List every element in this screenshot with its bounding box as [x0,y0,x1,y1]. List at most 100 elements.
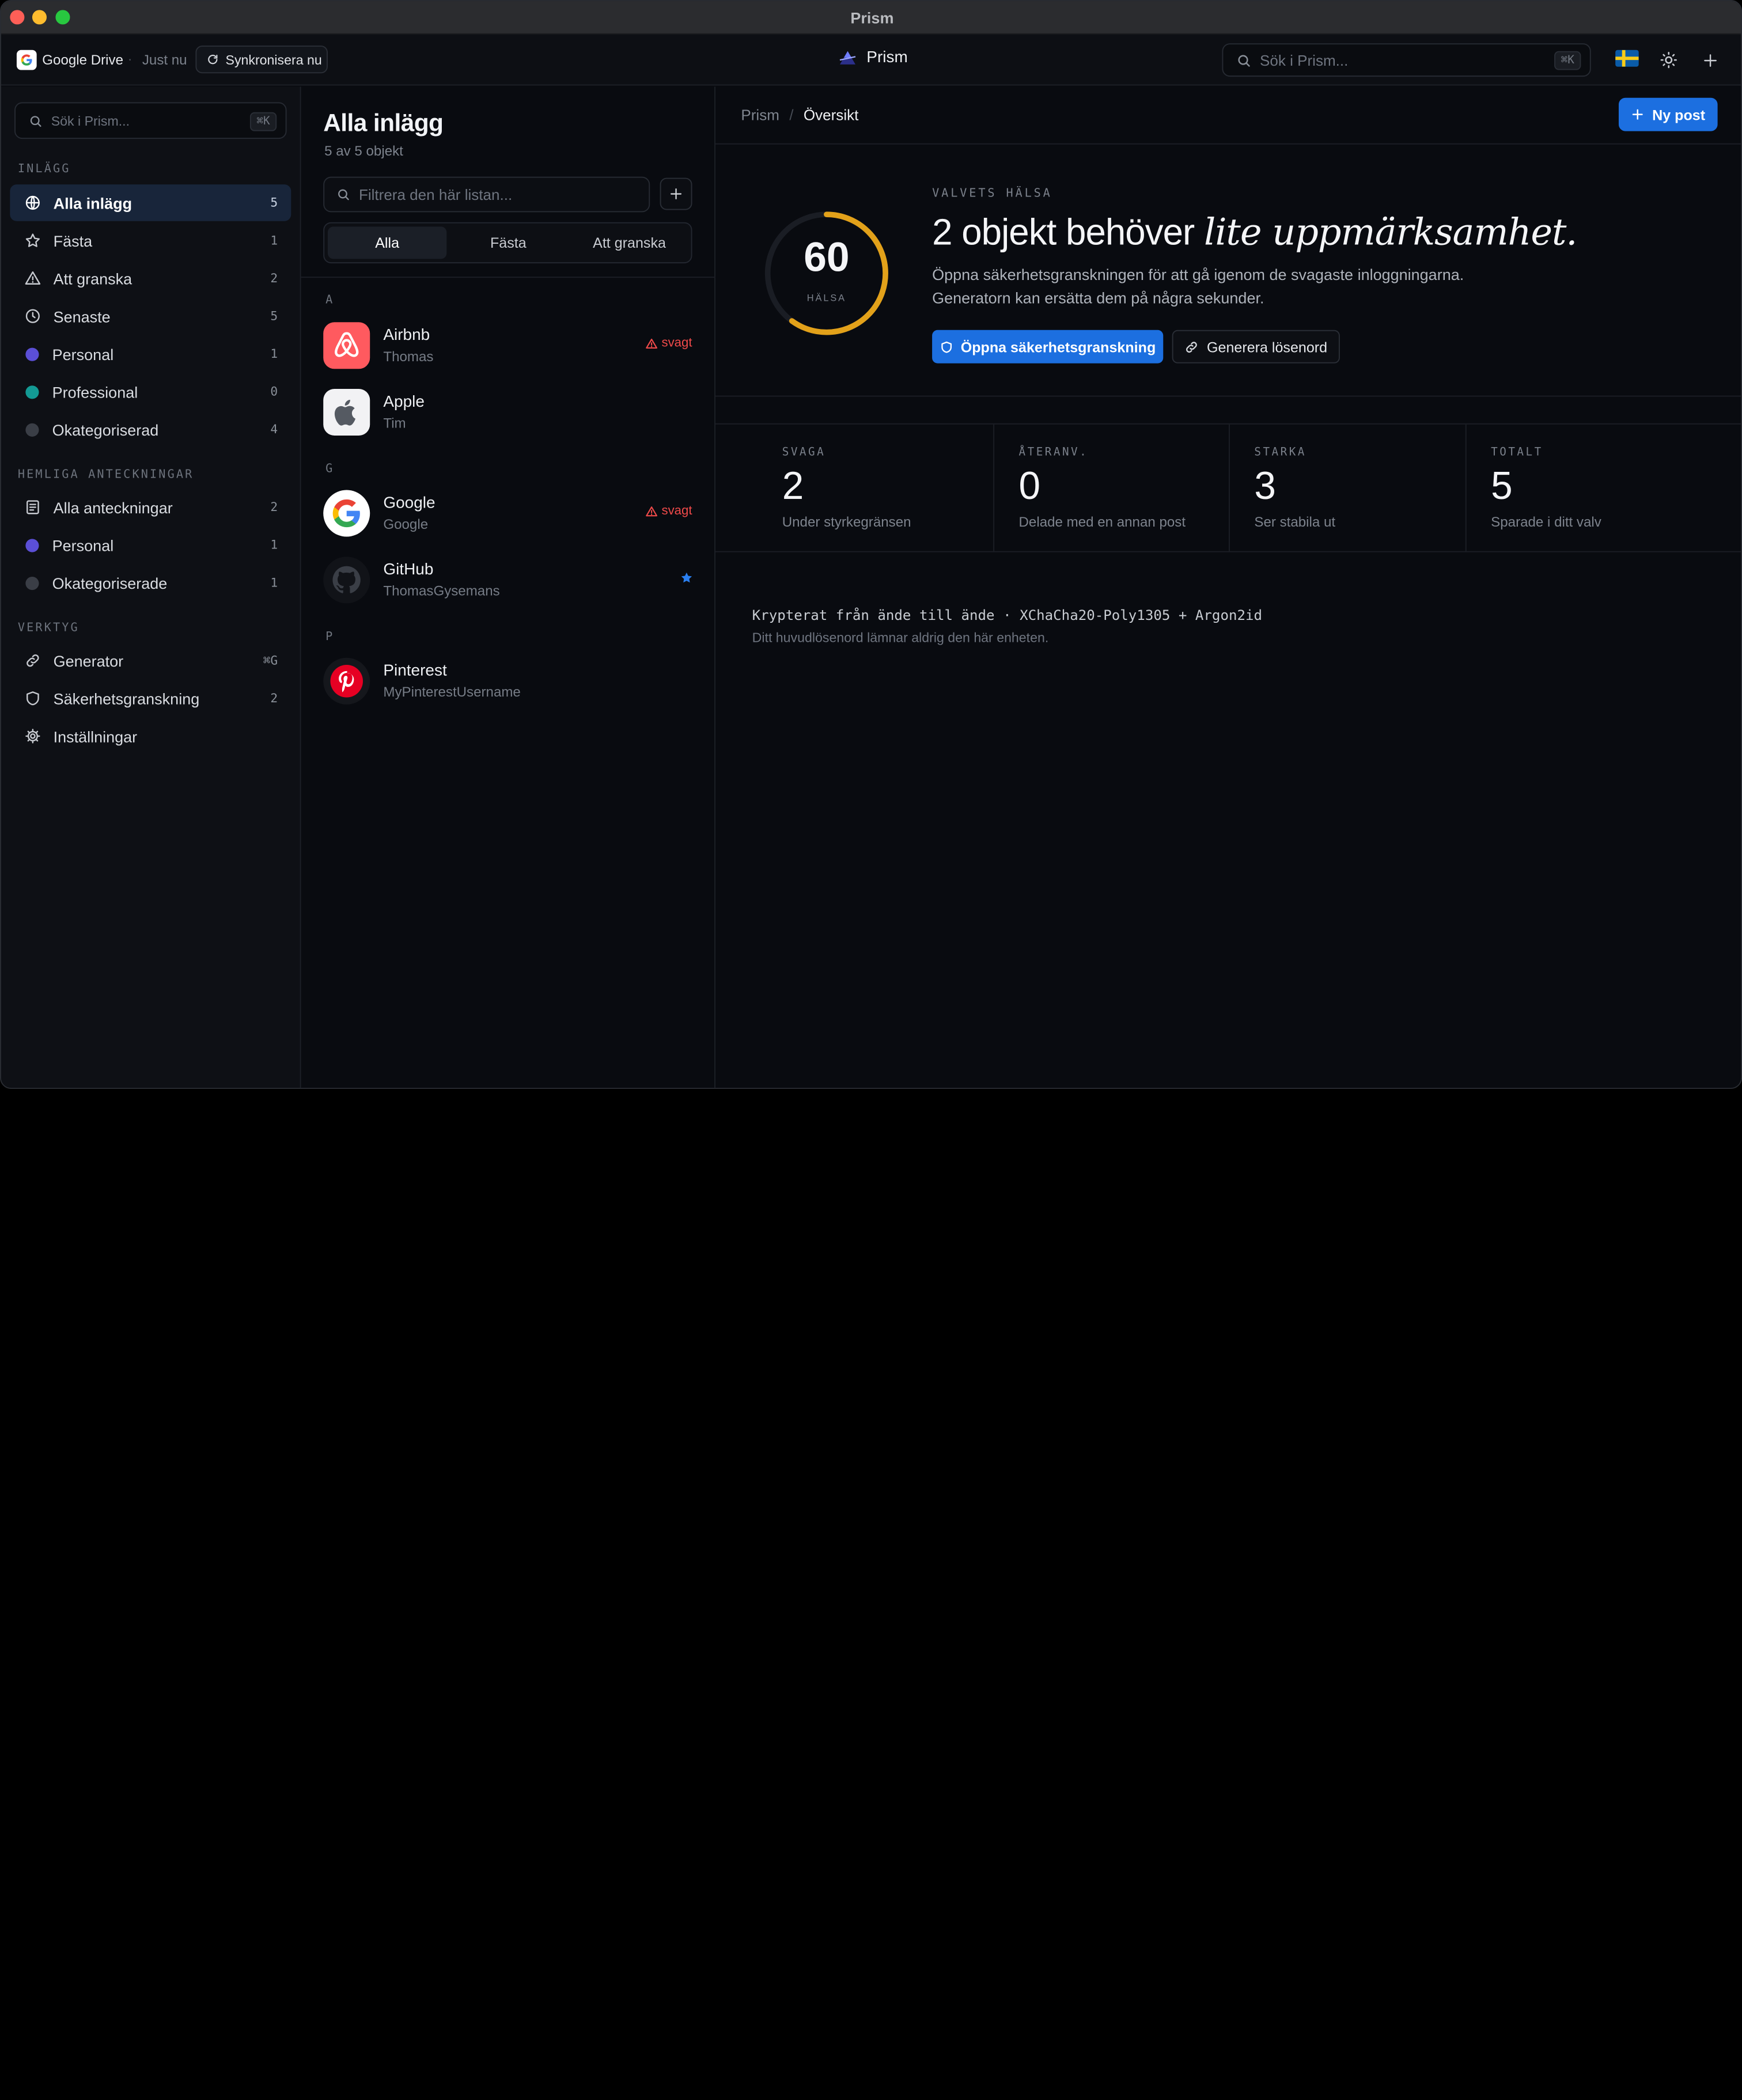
github-logo-icon [323,557,370,604]
sidebar-item-generator[interactable]: Generator ⌘G [10,642,291,679]
list-item-github[interactable]: GitHub ThomasGysemans [323,554,693,608]
brand-name: Prism [866,48,908,67]
sidebar-item-recent[interactable]: Senaste 5 [10,298,291,335]
search-icon [338,189,349,200]
tab-pinned[interactable]: Fästa [449,226,567,259]
shield-icon [26,691,39,706]
link-icon [26,654,39,667]
section-label-tools: VERKTYG [17,621,79,635]
sidebar-item-label: Generator [53,652,124,669]
section-label-posts: INLÄGG [17,162,71,176]
item-name: Pinterest [383,662,447,680]
stat-value: 5 [1491,464,1513,508]
health-headline: 2 objekt behöver lite uppmärksamhet. [932,210,1577,253]
swedish-flag-language-button[interactable] [1615,50,1639,67]
warning-icon [645,506,657,516]
sidebar-item-personal[interactable]: Personal 1 [10,335,291,372]
tab-to-review[interactable]: Att granska [570,226,688,259]
shield-icon [941,340,952,353]
sidebar-search-input[interactable]: Sök i Prism... ⌘K [14,102,287,139]
item-username: Tim [383,415,406,432]
group-letter: A [325,293,333,307]
sidebar-item-security-audit[interactable]: Säkerhetsgranskning 2 [10,680,291,717]
global-search-input[interactable]: Sök i Prism... ⌘K [1222,43,1591,77]
weak-password-badge: svagt [645,505,692,518]
divider [301,277,716,278]
breadcrumb-root[interactable]: Prism [741,107,779,123]
divider [1229,424,1230,551]
plus-icon [1633,109,1643,120]
sidebar-item-count: 1 [270,346,278,361]
search-shortcut-badge: ⌘K [1554,51,1581,70]
health-score-value: 60 [804,234,850,281]
item-username: Thomas [383,349,434,365]
prism-logo-icon [839,51,856,65]
sidebar-item-to-review[interactable]: Att granska 2 [10,260,291,297]
sidebar-item-count: 0 [270,384,278,399]
add-item-button[interactable] [660,177,692,210]
sidebar-item-professional[interactable]: Professional 0 [10,373,291,410]
apple-logo-icon [323,389,370,436]
sidebar-item-count: 2 [270,271,278,286]
title-bar: Prism [1,1,1741,35]
open-security-audit-label: Öppna säkerhetsgranskning [960,338,1156,355]
sidebar: Sök i Prism... ⌘K INLÄGG Alla inlägg 5 F… [1,86,301,1088]
airbnb-logo-icon [323,322,370,369]
item-name: GitHub [383,561,434,579]
health-description: Öppna säkerhetsgranskningen för att gå i… [932,263,1464,310]
sidebar-search-shortcut: ⌘K [249,112,277,131]
new-post-button[interactable]: Ny post [1618,97,1718,131]
stat-label: STARKA [1254,447,1306,459]
sidebar-item-label: Okategoriserade [52,574,168,592]
item-name: Airbnb [383,327,430,345]
theme-toggle-button[interactable] [1657,49,1680,71]
google-logo-icon [323,490,370,537]
weak-badge-label: svagt [661,336,692,350]
open-security-audit-button[interactable]: Öppna säkerhetsgranskning [932,330,1164,364]
sidebar-item-count: 1 [270,576,278,591]
divider [715,551,1741,553]
list-filter-tabs: Alla Fästa Att granska [323,222,692,264]
global-search-placeholder: Sök i Prism... [1260,51,1349,69]
sidebar-item-label: Säkerhetsgranskning [53,689,200,707]
list-item-airbnb[interactable]: Airbnb Thomas svagt [323,320,693,373]
note-icon [26,500,39,514]
health-score-label: HÄLSA [806,292,846,304]
divider [715,395,1741,397]
breadcrumb-current: Översikt [803,107,859,124]
star-icon [25,233,40,247]
item-name: Apple [383,393,425,411]
sidebar-item-pinned[interactable]: Fästa 1 [10,222,291,259]
divider [1465,424,1467,551]
sidebar-item-notes-uncategorized[interactable]: Okategoriserade 1 [10,565,291,601]
sidebar-item-uncategorized[interactable]: Okategoriserad 4 [10,411,291,448]
sidebar-item-settings[interactable]: Inställningar [10,718,291,755]
breadcrumb: Prism / Översikt [741,107,858,123]
pinned-star-icon [680,570,693,590]
stat-label: ÅTERANV. [1018,447,1089,459]
gear-icon [25,729,40,744]
weak-password-badge: svagt [645,336,692,350]
add-button[interactable] [1699,49,1721,71]
tab-all[interactable]: Alla [327,226,447,259]
list-item-apple[interactable]: Apple Tim [323,387,693,440]
divider [993,424,995,551]
list-filter-input[interactable]: Filtrera den här listan... [323,176,650,213]
encryption-info: Krypterat från ände till ände · XChaCha2… [752,607,1263,623]
filter-placeholder: Filtrera den här listan... [358,186,513,203]
generate-password-label: Generera lösenord [1207,338,1328,355]
globe-icon [25,195,40,210]
sidebar-item-label: Inställningar [53,727,138,746]
stat-description: Delade med en annan post [1018,514,1186,530]
list-item-google[interactable]: Google Google svagt [323,488,693,542]
sidebar-item-all-posts[interactable]: Alla inlägg 5 [10,184,291,221]
sidebar-item-all-notes[interactable]: Alla anteckningar 2 [10,489,291,526]
stat-description: Under styrkegränsen [782,514,911,530]
sidebar-item-label: Alla inlägg [53,194,132,212]
generate-password-button[interactable]: Generera lösenord [1172,330,1340,364]
warning-icon [25,271,41,285]
sync-now-button[interactable]: Synkronisera nu [195,46,328,74]
sidebar-item-notes-personal[interactable]: Personal 1 [10,527,291,563]
list-item-pinterest[interactable]: Pinterest MyPinterestUsername [323,656,693,709]
stat-value: 2 [782,464,804,508]
